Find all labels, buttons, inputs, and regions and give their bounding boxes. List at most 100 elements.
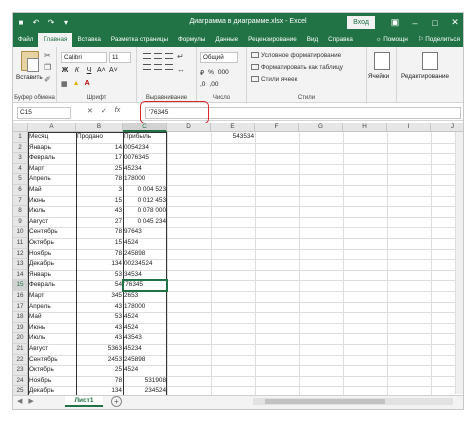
name-box[interactable]: C15 — [17, 107, 71, 119]
font-size-select[interactable]: 11 — [109, 52, 131, 63]
decrease-decimal-button[interactable]: ,00 — [209, 81, 218, 88]
redo-icon[interactable]: ↷ — [45, 16, 57, 28]
row-header[interactable]: 15 — [13, 280, 28, 291]
column-header-f[interactable]: F — [255, 123, 299, 132]
vertical-scrollbar[interactable] — [455, 132, 463, 394]
tab-formulas[interactable]: Формулы — [173, 33, 210, 47]
cell-styles-button[interactable]: Стили ячеек — [251, 76, 297, 83]
row-header[interactable]: 14 — [13, 269, 28, 281]
row-header[interactable]: 24 — [13, 375, 28, 387]
row-header[interactable]: 13 — [13, 259, 28, 270]
font-increase-icon[interactable]: A˄ — [97, 67, 106, 74]
row-header[interactable]: 9 — [13, 216, 28, 228]
fill-color-icon[interactable]: ▲ — [73, 80, 80, 88]
row-header[interactable]: 6 — [13, 185, 28, 196]
tab-help[interactable]: Справка — [323, 33, 358, 47]
column-header-j[interactable]: J — [431, 123, 463, 132]
close-icon[interactable]: ✕ — [445, 15, 463, 30]
align-right-icon[interactable] — [165, 64, 173, 70]
sheet-prev-icon[interactable]: ◀ — [17, 397, 22, 405]
row-header[interactable]: 23 — [13, 365, 28, 376]
cells-icon[interactable] — [374, 52, 390, 70]
save-icon[interactable]: ■ — [15, 16, 27, 28]
number-format-select[interactable]: Общий — [200, 52, 238, 63]
column-header-i[interactable]: I — [387, 123, 431, 132]
borders-icon[interactable]: ▦ — [61, 80, 68, 88]
row-header[interactable]: 5 — [13, 174, 28, 185]
minimize-icon[interactable]: – — [405, 15, 425, 30]
maximize-icon[interactable]: □ — [425, 15, 445, 30]
bold-button[interactable]: Ж — [61, 67, 69, 74]
column-header-c[interactable]: C — [123, 123, 167, 132]
tab-insert[interactable]: Вставка — [72, 33, 105, 47]
align-left-icon[interactable] — [143, 64, 151, 70]
sheet-next-icon[interactable]: ▶ — [28, 397, 33, 405]
column-header-a[interactable]: A — [28, 123, 76, 132]
underline-button[interactable]: Ч — [85, 67, 93, 74]
row-header[interactable]: 7 — [13, 195, 28, 207]
ribbon-display-icon[interactable]: ▣ — [385, 15, 405, 30]
italic-button[interactable]: К — [73, 67, 81, 74]
row-header[interactable]: 21 — [13, 344, 28, 355]
active-cell-selection[interactable] — [122, 279, 168, 292]
row-header[interactable]: 3 — [13, 153, 28, 164]
column-header-g[interactable]: G — [299, 123, 343, 132]
font-color-icon[interactable]: A — [85, 80, 90, 88]
row-header[interactable]: 8 — [13, 206, 28, 217]
font-name-select[interactable]: Calibri — [61, 52, 107, 63]
column-header-e[interactable]: E — [211, 123, 255, 132]
signin-button[interactable]: Вход — [347, 16, 375, 29]
row-header[interactable]: 19 — [13, 322, 28, 334]
row-header[interactable]: 16 — [13, 291, 28, 302]
merge-cells-icon[interactable]: ↔ — [177, 65, 185, 74]
cancel-icon[interactable]: ✕ — [87, 107, 93, 115]
row-header[interactable]: 11 — [13, 238, 28, 249]
tell-me-button[interactable]: ☼ Помощн — [371, 33, 413, 47]
row-header[interactable]: 10 — [13, 227, 28, 238]
format-painter-icon[interactable]: ✐ — [44, 75, 51, 84]
enter-icon[interactable]: ✓ — [101, 107, 107, 115]
select-all-corner[interactable] — [13, 123, 28, 132]
add-sheet-icon[interactable]: + — [111, 396, 122, 407]
horizontal-scrollbar[interactable] — [253, 398, 453, 405]
row-header[interactable]: 20 — [13, 333, 28, 344]
tab-file[interactable]: Файл — [13, 33, 38, 47]
row-header[interactable]: 2 — [13, 142, 28, 154]
function-icon[interactable]: fx — [115, 107, 120, 115]
row-header[interactable]: 4 — [13, 163, 28, 175]
font-decrease-icon[interactable]: A˅ — [109, 67, 118, 74]
tab-view[interactable]: Вид — [302, 33, 323, 47]
align-middle-icon[interactable] — [154, 53, 162, 59]
share-button[interactable]: ⚐ Поделиться — [413, 33, 463, 47]
wrap-text-icon[interactable]: ↵ — [177, 52, 184, 61]
undo-icon[interactable]: ↶ — [30, 16, 42, 28]
increase-decimal-button[interactable]: ,0 — [200, 81, 205, 88]
row-header[interactable]: 22 — [13, 354, 28, 366]
tab-data[interactable]: Данные — [210, 33, 243, 47]
copy-icon[interactable]: ❐ — [44, 63, 51, 72]
tab-review[interactable]: Рецензирование — [243, 33, 302, 47]
percent-button[interactable]: % — [208, 69, 214, 77]
paste-button[interactable]: Вставить — [16, 74, 43, 81]
align-center-icon[interactable] — [154, 64, 162, 70]
paste-icon[interactable] — [21, 51, 39, 72]
row-header[interactable]: 17 — [13, 301, 28, 313]
row-header[interactable]: 18 — [13, 312, 28, 323]
row-header[interactable]: 12 — [13, 248, 28, 260]
column-header-d[interactable]: D — [167, 123, 211, 132]
customize-icon[interactable]: ▾ — [60, 16, 72, 28]
sheet-tab[interactable]: Лист1 — [65, 396, 103, 407]
align-top-icon[interactable] — [143, 53, 151, 59]
editing-button[interactable]: Редактирование — [401, 73, 449, 80]
conditional-formatting-button[interactable]: Условное форматирование — [251, 52, 341, 59]
row-header[interactable]: 1 — [13, 132, 28, 143]
tab-home[interactable]: Главная — [38, 33, 73, 47]
column-header-h[interactable]: H — [343, 123, 387, 132]
tab-page-layout[interactable]: Разметка страницы — [106, 33, 173, 47]
align-bottom-icon[interactable] — [165, 53, 173, 59]
thousands-button[interactable]: 000 — [218, 69, 229, 77]
format-as-table-button[interactable]: Форматировать как таблицу — [251, 64, 343, 71]
horizontal-scroll-thumb[interactable] — [265, 399, 385, 404]
cell-extra-value[interactable]: 543534 — [211, 132, 255, 143]
cut-icon[interactable]: ✂ — [44, 51, 51, 60]
